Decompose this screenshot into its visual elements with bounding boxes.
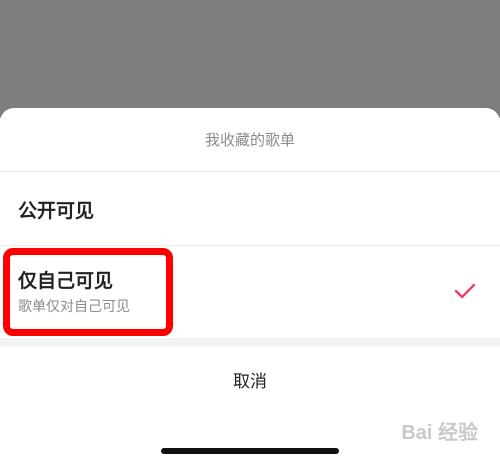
cancel-button[interactable]: 取消 xyxy=(0,347,500,417)
dimmed-backdrop[interactable] xyxy=(0,0,500,118)
option-public-label: 公开可见 xyxy=(18,200,95,222)
visibility-action-sheet: 我收藏的歌单 公开可见 仅自己可见 歌单仅对自己可见 取消 Bai 经验 xyxy=(0,108,500,464)
highlight-annotation xyxy=(3,248,173,336)
check-icon xyxy=(454,283,476,299)
sheet-title: 我收藏的歌单 xyxy=(0,108,500,172)
watermark-logo: Bai 经验 xyxy=(401,422,478,444)
section-divider xyxy=(0,338,500,347)
option-public[interactable]: 公开可见 xyxy=(0,172,500,246)
home-indicator xyxy=(161,448,339,454)
